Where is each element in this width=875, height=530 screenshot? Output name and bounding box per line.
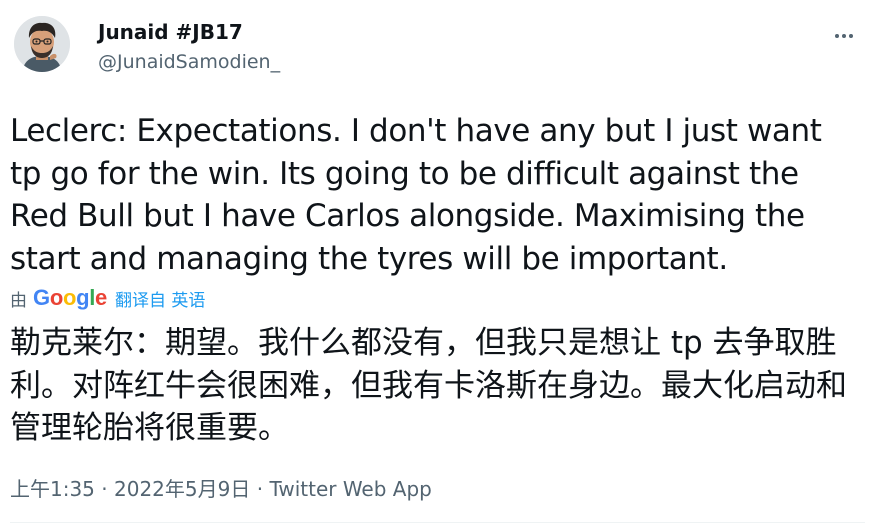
google-logo-letter: g	[76, 285, 90, 310]
author-display-name[interactable]: Junaid #JB17	[98, 20, 243, 44]
translation-by-label: 由	[10, 290, 27, 311]
google-logo-letter: G	[33, 285, 50, 310]
author-handle[interactable]: @JunaidSamodien_	[98, 51, 280, 73]
google-logo-letter: o	[49, 285, 63, 310]
tweet-source[interactable]: Twitter Web App	[269, 477, 431, 501]
divider	[10, 522, 865, 523]
meta-separator: ·	[256, 477, 264, 501]
more-options-button[interactable]	[826, 18, 862, 54]
meta-separator: ·	[101, 477, 108, 501]
tweet-metadata: 上午1:35 · 2022年5月9日 · Twitter Web App	[10, 473, 432, 502]
google-logo-text: Google	[33, 285, 107, 310]
google-logo: Google	[33, 285, 107, 311]
bitmoji-avatar-icon	[14, 16, 70, 72]
avatar[interactable]	[14, 16, 70, 72]
more-horizontal-icon	[835, 34, 853, 38]
google-logo-letter: o	[62, 285, 77, 310]
translation-attribution: 由 Google 翻译自 英语	[10, 284, 205, 312]
tweet-date[interactable]: 2022年5月9日	[114, 477, 250, 501]
translated-from-link[interactable]: 翻译自 英语	[115, 286, 205, 311]
google-logo-letter: e	[95, 285, 107, 310]
tweet-text: Leclerc: Expectations. I don't have any …	[10, 113, 822, 277]
translated-tweet-text: 勒克莱尔：期望。我什么都没有，但我只是想让 tp 去争取胜利。对阵红牛会很困难，…	[10, 325, 847, 446]
tweet-time[interactable]: 上午1:35	[10, 477, 95, 501]
